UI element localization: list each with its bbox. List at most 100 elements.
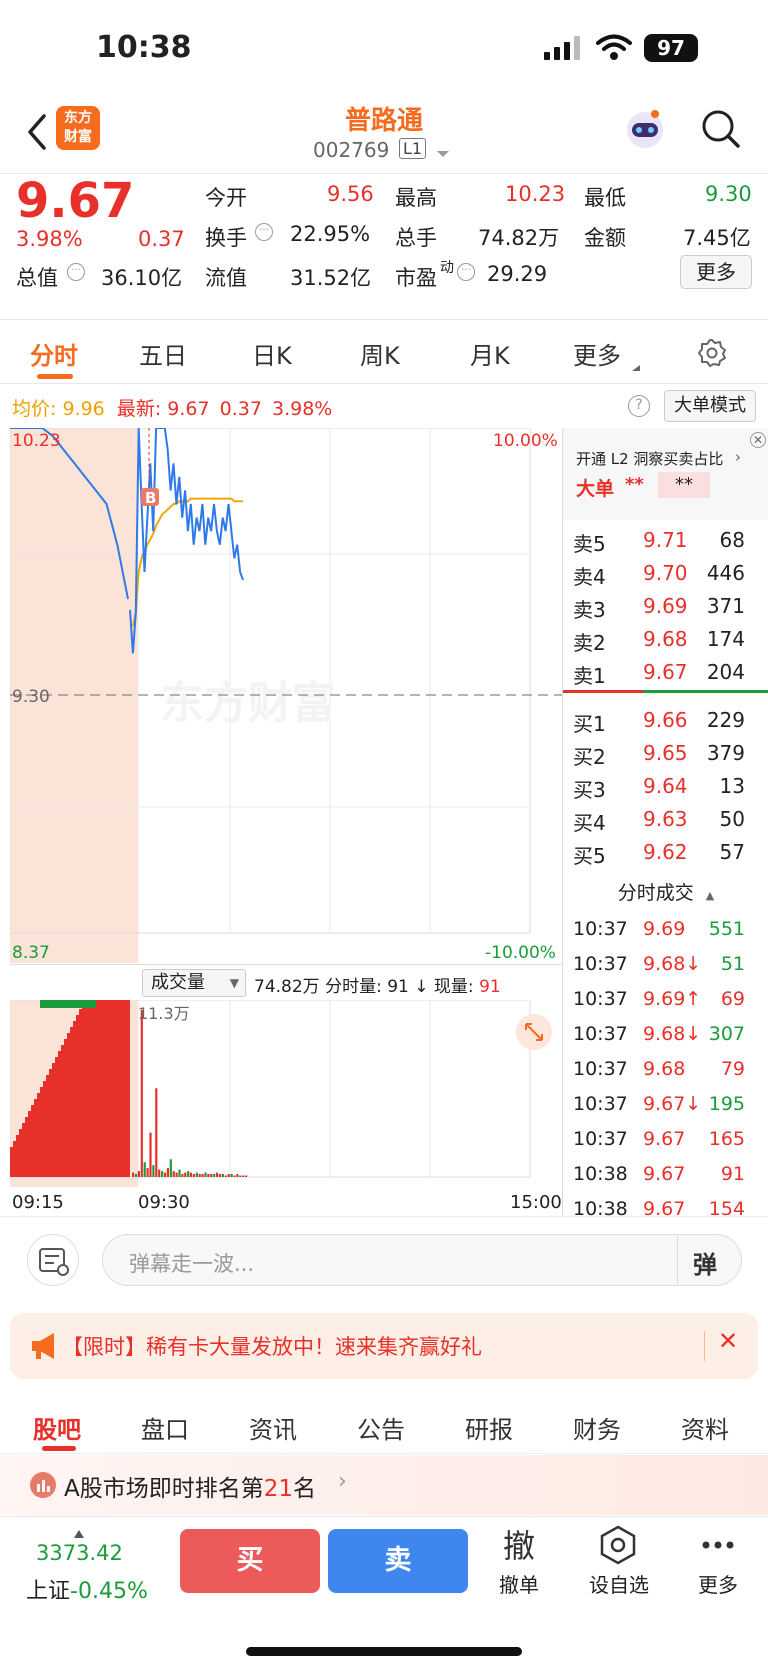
info-icon[interactable]: ··· (67, 263, 85, 281)
preopen-volume-bar (28, 1111, 31, 1177)
ask-row[interactable]: 卖4 9.70 446 (563, 557, 753, 590)
preopen-volume-bar (106, 1000, 109, 1177)
tick-volume: 91 (720, 1163, 745, 1185)
volume-bar (236, 1174, 239, 1177)
sell-button[interactable]: 卖 (328, 1529, 468, 1593)
tab-profile[interactable]: 资料 (681, 1410, 729, 1445)
chevron-down-icon[interactable] (436, 144, 450, 157)
ticks-title: 分时成交 (617, 882, 694, 904)
preopen-volume-bar (40, 1087, 43, 1177)
level-price: 9.64 (643, 774, 688, 798)
tab-finance[interactable]: 财务 (573, 1410, 621, 1445)
pe-label: 市盈 (395, 266, 437, 290)
search-icon[interactable] (700, 108, 742, 150)
tab-five-day[interactable]: 五日 (139, 336, 187, 371)
more-icon[interactable] (700, 1531, 736, 1561)
level-price: 9.70 (643, 561, 688, 585)
info-icon[interactable]: ··· (255, 223, 273, 241)
info-icon[interactable]: ··· (457, 263, 475, 281)
cancel-order-icon[interactable]: 撤 (496, 1521, 542, 1567)
tick-price: 9.68 (643, 1058, 686, 1080)
ask-row[interactable]: 卖1 9.67 204 (563, 656, 753, 689)
bottom-toolbar: 3373.42 上证-0.45% 买 卖 撤 撤单 设自选 更多 (0, 1516, 768, 1665)
cancel-order-label[interactable]: 撤单 (494, 1569, 544, 1598)
latest-change: 0.37 (219, 398, 262, 420)
big-order-mode-button[interactable]: 大单模式 (664, 390, 756, 422)
bid-row[interactable]: 买2 9.65 379 (563, 737, 753, 770)
level-price: 9.68 (643, 627, 688, 651)
volume-total: 74.82万 (254, 977, 320, 997)
tab-monthly-k[interactable]: 月K (470, 336, 510, 371)
preopen-volume-bar (25, 1117, 28, 1177)
change-value: 0.37 (138, 227, 185, 251)
chart-badge-icon (30, 1472, 56, 1498)
bid-row[interactable]: 买3 9.64 13 (563, 770, 753, 803)
preopen-volume-bar (100, 1000, 103, 1177)
tab-weekly-k[interactable]: 周K (360, 336, 400, 371)
index-value[interactable]: 3373.42 (36, 1541, 123, 1565)
buy-button[interactable]: 买 (180, 1529, 320, 1593)
ask-row[interactable]: 卖5 9.71 68 (563, 524, 753, 557)
more-quote-button[interactable]: 更多 (680, 255, 752, 289)
tab-daily-k[interactable]: 日K (252, 336, 292, 371)
preopen-volume-bar (49, 1069, 52, 1177)
ticks-header[interactable]: 分时成交 ▲ (563, 875, 768, 911)
tick-volume: 69 (720, 988, 745, 1010)
pct-axis-top: 10.00% (493, 431, 558, 451)
tab-pankou[interactable]: 盘口 (141, 1410, 189, 1445)
preopen-volume-bar (127, 1000, 130, 1177)
tab-intraday[interactable]: 分时 (30, 336, 78, 371)
ranking-bar[interactable]: A股市场即时排名第21名 › (0, 1455, 768, 1515)
tick-volume: 307 (708, 1023, 745, 1045)
volume-bar (239, 1175, 242, 1177)
ask-row[interactable]: 卖2 9.68 174 (563, 623, 753, 656)
bid-row[interactable]: 买4 9.63 50 (563, 803, 753, 836)
more-label[interactable]: 更多 (693, 1569, 743, 1598)
level-badge[interactable]: L1 (399, 138, 427, 159)
signal-icon (544, 36, 584, 60)
preopen-volume-bar (70, 1027, 73, 1177)
bid-row[interactable]: 买5 9.62 57 (563, 836, 753, 869)
tab-news[interactable]: 资讯 (249, 1410, 297, 1445)
tick-price: 9.67 (643, 1163, 686, 1185)
intraday-price-chart[interactable]: 东方财富 B 10.23 9.30 8.37 10.00% -10.00% (10, 428, 562, 963)
close-icon[interactable]: ✕ (718, 1327, 738, 1355)
promo-banner[interactable]: 【限时】稀有卡大量发放中！速来集齐赢好礼 ✕ (10, 1313, 758, 1379)
level-label: 卖2 (573, 631, 606, 655)
robot-assistant-icon[interactable] (622, 106, 668, 152)
l2-promo[interactable]: 开通 L2 洞察买卖占比 › ✕ 大单 ** ** (563, 428, 768, 520)
tick-volume: 51 (720, 953, 745, 975)
gear-icon[interactable] (697, 338, 727, 368)
bid-row[interactable]: 买1 9.66 229 (563, 704, 753, 737)
level-volume: 50 (719, 807, 745, 831)
index-change[interactable]: 上证-0.45% (26, 1573, 148, 1605)
volume-select[interactable]: 成交量 ▼ (142, 969, 246, 997)
current-price: 9.67 (16, 173, 135, 229)
help-icon[interactable]: ? (628, 395, 650, 417)
barrage-settings-icon[interactable] (27, 1234, 79, 1286)
volume-bar (245, 1175, 248, 1177)
ask-row[interactable]: 卖3 9.69 371 (563, 590, 753, 623)
add-watchlist-icon[interactable] (598, 1525, 638, 1565)
volume-chart[interactable]: 11.3万 (10, 1000, 562, 1189)
open-value: 9.56 (327, 182, 374, 206)
level-label: 卖4 (573, 565, 606, 589)
volume-bar (181, 1174, 184, 1177)
level-volume: 174 (706, 627, 745, 651)
tab-announcements[interactable]: 公告 (357, 1410, 405, 1445)
close-icon[interactable]: ✕ (750, 432, 766, 448)
volume-bar (172, 1171, 175, 1177)
float-label: 流值 (205, 266, 247, 290)
volume-bar (210, 1174, 213, 1177)
danmaku-button[interactable]: 弹 (693, 1245, 717, 1280)
comment-input[interactable]: 弹幕走一波... 弹 (102, 1234, 742, 1286)
tab-research[interactable]: 研报 (465, 1410, 513, 1445)
tick-price: 9.67↓ (643, 1093, 702, 1115)
level-price: 9.63 (643, 807, 688, 831)
tab-guba[interactable]: 股吧 (33, 1410, 81, 1445)
volume-bar (161, 1171, 164, 1177)
add-watchlist-label[interactable]: 设自选 (584, 1569, 654, 1598)
tab-more[interactable]: 更多 (573, 336, 621, 371)
tick-row: 10:37 9.69↑ 69 (563, 982, 753, 1017)
volume-bar (155, 1088, 158, 1177)
